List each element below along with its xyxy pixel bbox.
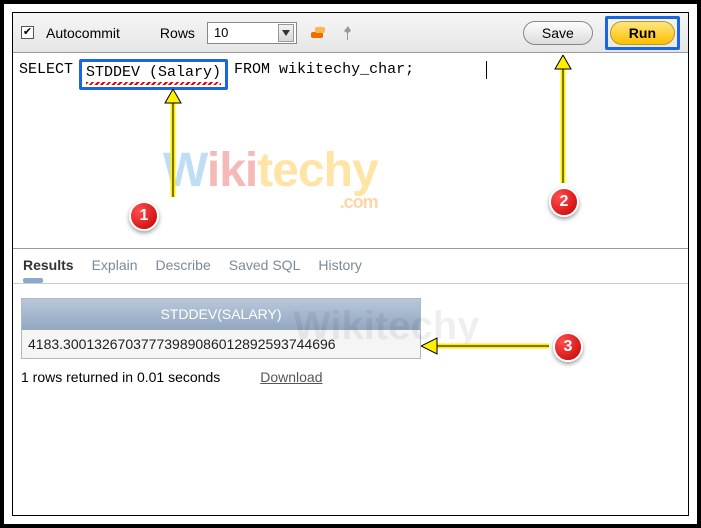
sql-segment-highlight: STDDEV (Salary)	[79, 59, 228, 90]
sql-line: SELECT STDDEV (Salary) FROM wikitechy_ch…	[13, 53, 688, 96]
rows-label: Rows	[160, 25, 195, 41]
sql-highlight-text: STDDEV (Salary)	[86, 64, 221, 81]
annotation-bubble-1: 1	[129, 201, 159, 231]
annotation-arrow-1	[163, 89, 183, 199]
annotation-bubble-3: 3	[553, 332, 583, 362]
sql-segment-select: SELECT	[17, 59, 79, 90]
save-button[interactable]: Save	[523, 21, 593, 45]
run-highlight-box: Run	[605, 16, 680, 50]
results-panel: STDDEV(SALARY) 4183.30013267037773989086…	[13, 284, 688, 393]
tab-describe[interactable]: Describe	[156, 257, 211, 273]
status-row: 1 rows returned in 0.01 seconds Download	[21, 369, 680, 385]
spellcheck-squiggle	[86, 82, 221, 85]
toolbar: ✔ Autocommit Rows 10 Save Run	[13, 13, 688, 53]
download-link[interactable]: Download	[260, 369, 322, 385]
run-button[interactable]: Run	[610, 21, 675, 45]
results-grid: STDDEV(SALARY) 4183.30013267037773989086…	[21, 298, 421, 359]
autocommit-label: Autocommit	[46, 25, 120, 41]
annotation-arrow-3	[421, 336, 551, 356]
sql-editor[interactable]: SELECT STDDEV (Salary) FROM wikitechy_ch…	[13, 53, 688, 249]
app-inner: ✔ Autocommit Rows 10 Save Run	[12, 12, 689, 516]
autocommit-checkbox[interactable]: ✔	[21, 26, 34, 39]
tab-saved-sql[interactable]: Saved SQL	[229, 257, 301, 273]
text-caret	[486, 61, 487, 79]
eraser-icon[interactable]	[309, 24, 327, 42]
result-tabs: Results Explain Describe Saved SQL Histo…	[13, 249, 688, 284]
annotation-bubble-2: 2	[549, 187, 579, 217]
tab-results[interactable]: Results	[23, 257, 74, 273]
pin-icon[interactable]	[339, 24, 357, 42]
app-frame: ✔ Autocommit Rows 10 Save Run	[0, 0, 701, 528]
tab-history[interactable]: History	[318, 257, 362, 273]
grid-cell-value: 4183.30013267037773989086012892593744696	[22, 330, 420, 358]
grid-column-header: STDDEV(SALARY)	[22, 299, 420, 330]
rows-value: 10	[214, 25, 228, 40]
watermark-logo: Wikitechy .com	[163, 143, 378, 213]
sql-segment-from: FROM wikitechy_char;	[228, 59, 416, 90]
rows-select[interactable]: 10	[207, 22, 297, 44]
tab-explain[interactable]: Explain	[92, 257, 138, 273]
chevron-down-icon	[278, 24, 294, 42]
status-text: 1 rows returned in 0.01 seconds	[21, 369, 220, 385]
